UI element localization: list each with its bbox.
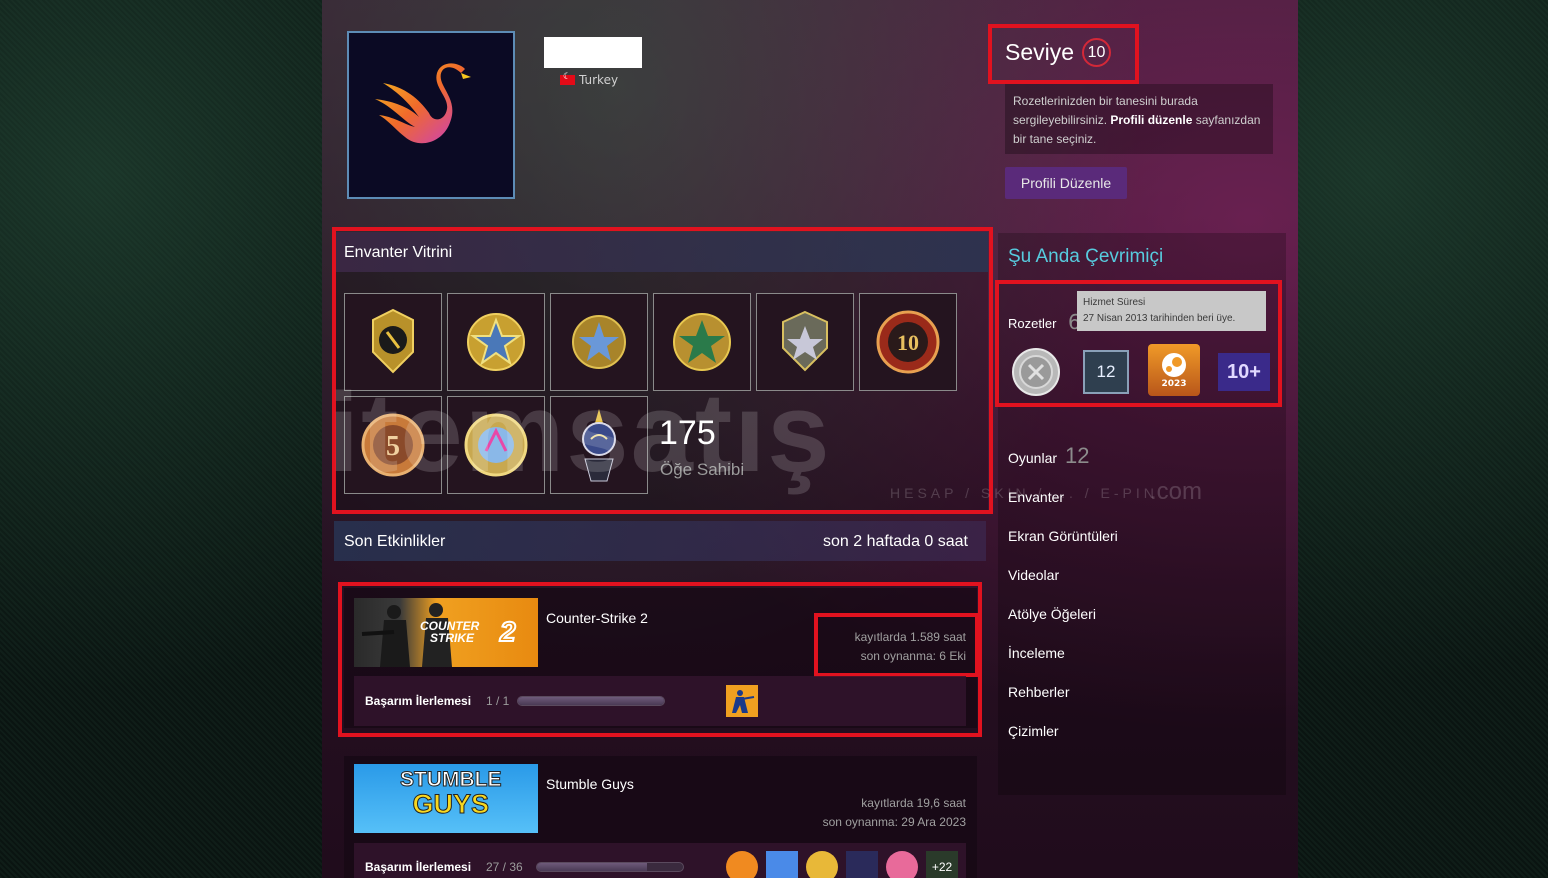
stumble-achievement-icon-3[interactable] <box>806 851 838 878</box>
stumble-achievement-icon-1[interactable] <box>726 851 758 878</box>
stumble-guys-hours: kayıtlarda 19,6 saat <box>861 796 966 810</box>
nav-guides[interactable]: Rehberler <box>1008 684 1069 700</box>
stumble-logo-text-2: GUYS <box>412 789 490 819</box>
cs2-achievement-progress <box>517 696 665 706</box>
badge-steam-replay-icon[interactable]: 2023 <box>1148 344 1200 396</box>
profile-country: Turkey <box>560 72 619 87</box>
stumble-guys-achievement-label: Başarım İlerlemesi <box>365 860 472 874</box>
nav-videos[interactable]: Videolar <box>1008 567 1059 583</box>
country-label: Turkey <box>579 73 619 87</box>
badge-years-icon[interactable]: 12 <box>1080 346 1132 398</box>
cs2-achievement-label: Başarım İlerlemesi <box>365 694 472 708</box>
stumble-achievement-icon-2[interactable] <box>766 851 798 878</box>
games-link[interactable]: Oyunlar 12 <box>1008 443 1090 469</box>
cs2-last-played: son oynanma: 6 Eki <box>860 649 966 663</box>
nav-workshop[interactable]: Atölye Öğeleri <box>1008 606 1096 622</box>
recent-activity-hours: son 2 haftada 0 saat <box>823 533 968 550</box>
stumble-achievement-icon-4[interactable] <box>846 851 878 878</box>
nav-reviews[interactable]: İnceleme <box>1008 645 1065 661</box>
svg-text:10: 10 <box>897 330 919 355</box>
profile-avatar[interactable] <box>347 31 515 199</box>
stumble-guys-achievement-count: 27 / 36 <box>486 860 523 874</box>
background-right <box>1298 0 1548 878</box>
nav-screenshots[interactable]: Ekran Görüntüleri <box>1008 528 1118 544</box>
cs2-hours: kayıtlarda 1.589 saat <box>854 630 966 644</box>
profile-name <box>544 37 642 68</box>
inventory-item-coin-6[interactable]: 10 <box>859 293 957 391</box>
badge-tooltip: Hizmet Süresi 27 Nisan 2013 tarihinden b… <box>1077 291 1266 331</box>
stumble-achievement-more[interactable]: +22 <box>926 851 958 878</box>
inventory-title: Envanter Vitrini <box>344 244 453 261</box>
badges-link[interactable]: Rozetler <box>1008 316 1056 331</box>
badge-level-value: 10+ <box>1218 353 1270 391</box>
online-status: Şu Anda Çevrimiçi <box>1008 246 1164 267</box>
badge-level-icon[interactable]: 10+ <box>1218 346 1270 398</box>
tooltip-title: Hizmet Süresi <box>1083 297 1146 308</box>
badge-steam-year: 2023 <box>1161 379 1187 389</box>
watermark-text: itemsatış <box>328 370 832 495</box>
cs2-game-name[interactable]: Counter-Strike 2 <box>546 610 648 626</box>
tooltip-text: 27 Nisan 2013 tarihinden beri üye. <box>1083 313 1236 324</box>
nav-artwork[interactable]: Çizimler <box>1008 723 1059 739</box>
stumble-guys-thumbnail[interactable]: STUMBLE GUYS <box>354 764 538 833</box>
cs2-logo-text-2: STRIKE <box>430 631 475 645</box>
stumble-guys-achievement-progress <box>536 862 684 872</box>
level-label: Seviye <box>1005 39 1075 65</box>
games-count: 12 <box>1065 443 1090 468</box>
recent-activity-title: Son Etkinlikler <box>344 533 446 550</box>
stumble-guys-game-name[interactable]: Stumble Guys <box>546 776 634 792</box>
stumble-achievement-icon-5[interactable] <box>886 851 918 878</box>
cs2-thumbnail[interactable]: COUNTER STRIKE 2 <box>354 598 538 667</box>
cs2-logo-text-3: 2 <box>499 615 517 648</box>
level-badge: 10 <box>1082 38 1112 67</box>
swan-logo-icon <box>375 63 471 144</box>
badge-years-value: 12 <box>1083 350 1129 394</box>
cs2-achievement-icon[interactable] <box>726 685 758 717</box>
background-left <box>0 0 322 878</box>
anniversary-coin-icon: 10 <box>876 310 940 374</box>
badge-service-coin-icon[interactable] <box>1010 346 1062 398</box>
games-label: Oyunlar <box>1008 450 1058 466</box>
cs2-achievement-progress-fill <box>518 697 664 705</box>
stumble-guys-achievement-progress-fill <box>537 863 647 871</box>
edit-profile-link[interactable]: Profili düzenle <box>1110 113 1192 127</box>
badge-info-panel: Rozetlerinizden bir tanesini burada serg… <box>1005 84 1273 154</box>
cs2-achievement-count: 1 / 1 <box>486 694 510 708</box>
turkey-flag-icon <box>560 72 575 85</box>
watermark-domain: .com <box>1150 478 1203 505</box>
stumble-guys-last-played: son oynanma: 29 Ara 2023 <box>822 815 966 829</box>
profile-level: Seviye 10 <box>1005 38 1112 67</box>
watermark-subtext: HESAP / SKIN / ... / E-PIN <box>890 485 1158 501</box>
edit-profile-button[interactable]: Profili Düzenle <box>1005 167 1127 199</box>
